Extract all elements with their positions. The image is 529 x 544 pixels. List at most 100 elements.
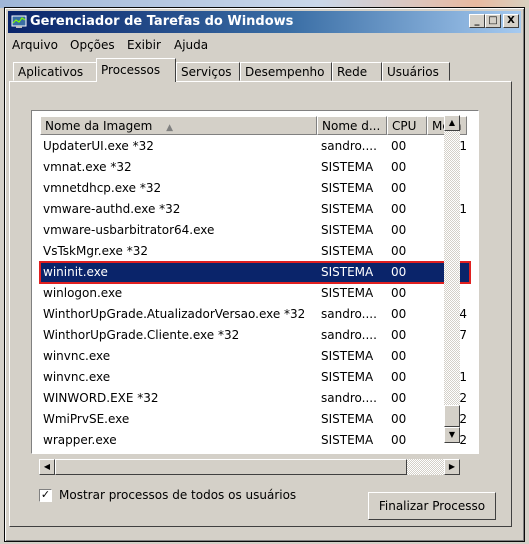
cell-image-name: WinthorUpGrade.Cliente.exe *32 — [43, 328, 240, 342]
cell-user-name: sandro.... — [321, 307, 377, 321]
cell-image-name: winvnc.exe — [43, 349, 111, 363]
horizontal-scroll-thumb[interactable] — [55, 459, 407, 475]
cell-cpu: 00 — [391, 202, 407, 216]
tab-servicos[interactable]: Serviços — [176, 62, 240, 81]
cell-image-name: wininit.exe — [43, 265, 108, 279]
table-row[interactable]: VsTskMgr.exe *32 SISTEMA 00 — [40, 241, 470, 262]
title-bar[interactable]: Gerenciador de Tarefas do Windows _ □ X — [8, 11, 521, 33]
table-row[interactable]: wrapper.exe SISTEMA 00 2 — [40, 430, 470, 451]
cell-image-name: VsTskMgr.exe *32 — [43, 244, 148, 258]
tab-aplicativos[interactable]: Aplicativos — [13, 62, 97, 81]
cell-user-name: SISTEMA — [321, 265, 374, 279]
arrow-up-icon: ▲ — [448, 118, 456, 127]
scroll-left-button[interactable]: ◀ — [39, 459, 55, 475]
horizontal-scroll-track[interactable] — [407, 459, 444, 475]
column-image-name[interactable]: Nome da Imagem ▲ — [40, 116, 317, 135]
sort-ascending-icon: ▲ — [166, 123, 174, 133]
cell-cpu: 00 — [391, 223, 407, 237]
menu-arquivo[interactable]: Arquivo — [12, 38, 58, 52]
table-row[interactable]: vmnat.exe *32 SISTEMA 00 — [40, 157, 470, 178]
cell-cpu: 00 — [391, 181, 407, 195]
checkmark-icon: ✓ — [40, 488, 51, 501]
table-row-selected[interactable]: wininit.exe SISTEMA 00 — [39, 261, 471, 284]
end-process-button[interactable]: Finalizar Processo — [368, 492, 496, 520]
column-header: Nome da Imagem ▲ Nome d... CPU Mem — [40, 116, 467, 135]
show-all-users-label[interactable]: Mostrar processos de todos os usuários — [59, 488, 296, 502]
cell-user-name: sandro.... — [321, 328, 377, 342]
cell-image-name: vmware-usbarbitrator64.exe — [43, 223, 215, 237]
horizontal-scrollbar[interactable]: ◀ ▶ — [39, 459, 460, 475]
cell-cpu: 00 — [391, 139, 407, 153]
table-row[interactable]: vmware-authd.exe *32 SISTEMA 00 1 — [40, 199, 470, 220]
scroll-down-button[interactable]: ▼ — [444, 427, 460, 443]
cell-user-name: SISTEMA — [321, 181, 374, 195]
vertical-scrollbar[interactable]: ▲ ▼ — [444, 115, 460, 459]
column-cpu[interactable]: CPU — [387, 116, 427, 135]
cell-cpu: 00 — [391, 433, 407, 447]
cell-cpu: 00 — [391, 160, 407, 174]
table-row[interactable]: WINWORD.EXE *32sandro....0022 — [40, 388, 470, 409]
cell-cpu: 00 — [391, 370, 407, 384]
tab-desempenho[interactable]: Desempenho — [240, 62, 332, 81]
close-button[interactable]: X — [503, 14, 519, 28]
cell-cpu: 00 — [391, 391, 407, 405]
table-row[interactable]: UpdaterUI.exe *32 sandro.... 00 1 — [40, 136, 470, 157]
cell-cpu: 00 — [391, 328, 407, 342]
table-row[interactable]: WinthorUpGrade.AtualizadorVersao.exe *32… — [40, 304, 470, 325]
cell-user-name: SISTEMA — [321, 286, 374, 300]
menu-bar: Arquivo Opções Exibir Ajuda — [8, 35, 521, 55]
show-all-users-checkbox[interactable]: ✓ — [39, 489, 52, 502]
tab-processos[interactable]: Processos — [96, 58, 176, 82]
minimize-button[interactable]: _ — [469, 14, 485, 28]
cell-image-name: winvnc.exe — [43, 370, 111, 384]
arrow-right-icon: ▶ — [448, 462, 456, 471]
cell-image-name: WinthorUpGrade.AtualizadorVersao.exe *32 — [43, 307, 306, 321]
process-list[interactable]: Nome da Imagem ▲ Nome d... CPU Mem Updat… — [31, 110, 479, 454]
vertical-scroll-track[interactable] — [444, 131, 460, 443]
cell-user-name: SISTEMA — [321, 223, 374, 237]
table-row[interactable]: vmware-usbarbitrator64.exe SISTEMA 00 — [40, 220, 470, 241]
table-row[interactable]: winlogon.exe SISTEMA 00 — [40, 283, 470, 304]
cell-image-name: vmware-authd.exe *32 — [43, 202, 181, 216]
maximize-button[interactable]: □ — [485, 14, 501, 28]
cell-image-name: winlogon.exe — [43, 286, 123, 300]
cell-image-name: WINWORD.EXE *32 — [43, 391, 159, 405]
table-row[interactable]: winvnc.exe SISTEMA 00 — [40, 346, 470, 367]
cell-cpu: 00 — [391, 307, 407, 321]
scroll-right-button[interactable]: ▶ — [444, 459, 460, 475]
menu-opcoes[interactable]: Opções — [70, 38, 115, 52]
tab-rede[interactable]: Rede — [332, 62, 382, 81]
cell-user-name: SISTEMA — [321, 412, 374, 426]
column-user-name[interactable]: Nome d... — [317, 116, 387, 135]
table-row[interactable]: vmnetdhcp.exe *32 SISTEMA 00 — [40, 178, 470, 199]
tab-usuarios[interactable]: Usuários — [382, 62, 450, 81]
cell-cpu: 00 — [391, 286, 407, 300]
table-row[interactable]: WinthorUpGrade.Cliente.exe *32 sandro....… — [40, 325, 470, 346]
window-title: Gerenciador de Tarefas do Windows — [30, 14, 294, 29]
tab-strip: Aplicativos Processos Serviços Desempenh… — [10, 58, 510, 82]
cell-user-name: sandro.... — [321, 139, 377, 153]
cell-cpu: 00 — [391, 265, 407, 279]
cell-user-name: SISTEMA — [321, 349, 374, 363]
table-row[interactable]: WmiPrvSE.exe SISTEMA 00 2 — [40, 409, 470, 430]
cell-cpu: 00 — [391, 349, 407, 363]
cell-image-name: vmnat.exe *32 — [43, 160, 132, 174]
cell-image-name: wrapper.exe — [43, 433, 117, 447]
cell-user-name: SISTEMA — [321, 433, 374, 447]
menu-ajuda[interactable]: Ajuda — [174, 38, 208, 52]
arrow-left-icon: ◀ — [43, 462, 51, 471]
table-row[interactable]: winvnc.exe SISTEMA 00 1 — [40, 367, 470, 388]
cell-user-name: SISTEMA — [321, 244, 374, 258]
scroll-up-button[interactable]: ▲ — [444, 115, 460, 131]
menu-exibir[interactable]: Exibir — [127, 38, 161, 52]
cell-cpu: 00 — [391, 244, 407, 258]
column-image-name-label: Nome da Imagem — [45, 119, 153, 133]
cell-cpu: 00 — [391, 412, 407, 426]
task-manager-icon — [11, 15, 27, 28]
cell-user-name: SISTEMA — [321, 370, 374, 384]
cell-user-name: sandro.... — [321, 391, 377, 405]
arrow-down-icon: ▼ — [448, 430, 456, 439]
cell-image-name: vmnetdhcp.exe *32 — [43, 181, 162, 195]
cell-user-name: SISTEMA — [321, 160, 374, 174]
vertical-scroll-thumb[interactable] — [444, 405, 460, 427]
